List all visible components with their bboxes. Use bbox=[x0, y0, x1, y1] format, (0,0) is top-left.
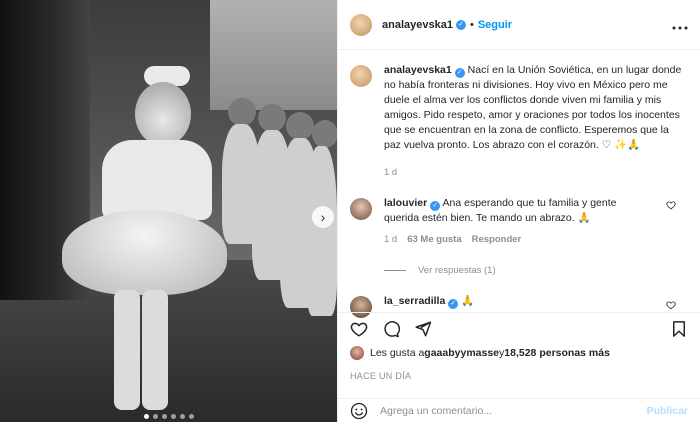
publish-button[interactable]: Publicar bbox=[647, 405, 688, 417]
likes-summary[interactable]: Les gusta a gaaabyymasse y 18,528 person… bbox=[350, 346, 610, 360]
add-comment-bar: Agrega un comentario... Publicar bbox=[338, 398, 700, 422]
view-replies-button[interactable]: Ver respuestas (1) bbox=[384, 265, 688, 276]
girl-skirt bbox=[62, 210, 227, 295]
verified-badge-icon: ✓ bbox=[448, 299, 459, 309]
post-sidebar: analayevska1 ✓ • Seguir analayevska1 ✓ Na… bbox=[337, 0, 700, 422]
girl-body bbox=[102, 140, 212, 220]
caption-time[interactable]: 1 d bbox=[384, 167, 397, 178]
chevron-right-icon: › bbox=[320, 209, 326, 225]
share-paper-plane-icon[interactable] bbox=[414, 320, 432, 338]
likes-count[interactable]: 18,528 personas más bbox=[504, 347, 610, 359]
emoji-icon[interactable] bbox=[350, 402, 368, 420]
post-timestamp[interactable]: HACE UN DÍA bbox=[350, 371, 411, 381]
liker-username[interactable]: gaaabyymasse bbox=[424, 347, 499, 359]
carousel-dot bbox=[171, 414, 176, 419]
comments-section: analayevska1 ✓ Nací en la Unión Soviética… bbox=[338, 50, 700, 318]
child-figure bbox=[312, 120, 337, 148]
like-heart-icon[interactable] bbox=[350, 320, 368, 338]
author-avatar[interactable] bbox=[350, 65, 372, 87]
reply-button[interactable]: Responder bbox=[472, 234, 522, 245]
post-header: analayevska1 ✓ • Seguir bbox=[338, 0, 700, 50]
like-comment-heart-icon[interactable] bbox=[666, 200, 676, 213]
liker-avatar bbox=[350, 346, 364, 360]
separator-dot: • bbox=[469, 18, 474, 31]
instagram-post: › analayevska1 ✓ • Seguir analayevska1 ✓… bbox=[0, 0, 700, 422]
carousel-indicator bbox=[144, 414, 194, 419]
comment-username[interactable]: la_serradilla bbox=[384, 295, 445, 307]
caption-text: Nací en la Unión Soviética, en un lugar … bbox=[384, 64, 682, 151]
caption: analayevska1 ✓ Nací en la Unión Soviética… bbox=[350, 63, 688, 153]
carousel-dot bbox=[153, 414, 158, 419]
author-username[interactable]: analayevska1 bbox=[382, 19, 453, 31]
comment-item: lalouvier ✓ Ana esperando que tu familia … bbox=[350, 196, 688, 226]
caption-meta: 1 d bbox=[384, 167, 688, 178]
more-options-icon[interactable] bbox=[672, 17, 688, 33]
comment-likes[interactable]: 63 Me gusta bbox=[407, 234, 461, 245]
comment-time[interactable]: 1 d bbox=[384, 234, 397, 245]
save-bookmark-icon[interactable] bbox=[670, 320, 688, 338]
verified-badge-icon: ✓ bbox=[430, 201, 441, 211]
caption-username[interactable]: analayevska1 bbox=[384, 64, 452, 76]
child-figure bbox=[306, 146, 337, 316]
comment-meta: 1 d 63 Me gusta Responder bbox=[384, 234, 688, 245]
carousel-dot bbox=[189, 414, 194, 419]
child-figure bbox=[258, 104, 286, 132]
girl-head bbox=[135, 82, 191, 146]
comment-username[interactable]: lalouvier bbox=[384, 197, 427, 209]
verified-badge-icon: ✓ bbox=[454, 68, 465, 78]
follow-button[interactable]: Seguir bbox=[478, 19, 512, 31]
girl-leg bbox=[142, 290, 168, 410]
author-avatar[interactable] bbox=[350, 13, 372, 36]
likes-prefix: Les gusta a bbox=[370, 347, 425, 359]
carousel-dot bbox=[180, 414, 185, 419]
commenter-avatar[interactable] bbox=[350, 198, 372, 220]
comment-input[interactable]: Agrega un comentario... bbox=[380, 405, 647, 417]
next-photo-button[interactable]: › bbox=[312, 206, 334, 228]
carousel-dot bbox=[144, 414, 149, 419]
photo-window bbox=[210, 0, 337, 110]
child-figure bbox=[228, 98, 256, 126]
verified-badge-icon: ✓ bbox=[455, 19, 466, 30]
comment-text: 🙏 bbox=[461, 295, 475, 307]
post-photo[interactable]: › bbox=[0, 0, 337, 422]
girl-leg bbox=[114, 290, 140, 410]
view-replies-label: Ver respuestas (1) bbox=[418, 265, 496, 276]
post-actions bbox=[338, 312, 700, 344]
carousel-dot bbox=[162, 414, 167, 419]
comment-bubble-icon[interactable] bbox=[382, 320, 400, 338]
child-figure bbox=[286, 112, 314, 140]
replies-divider bbox=[384, 270, 406, 271]
